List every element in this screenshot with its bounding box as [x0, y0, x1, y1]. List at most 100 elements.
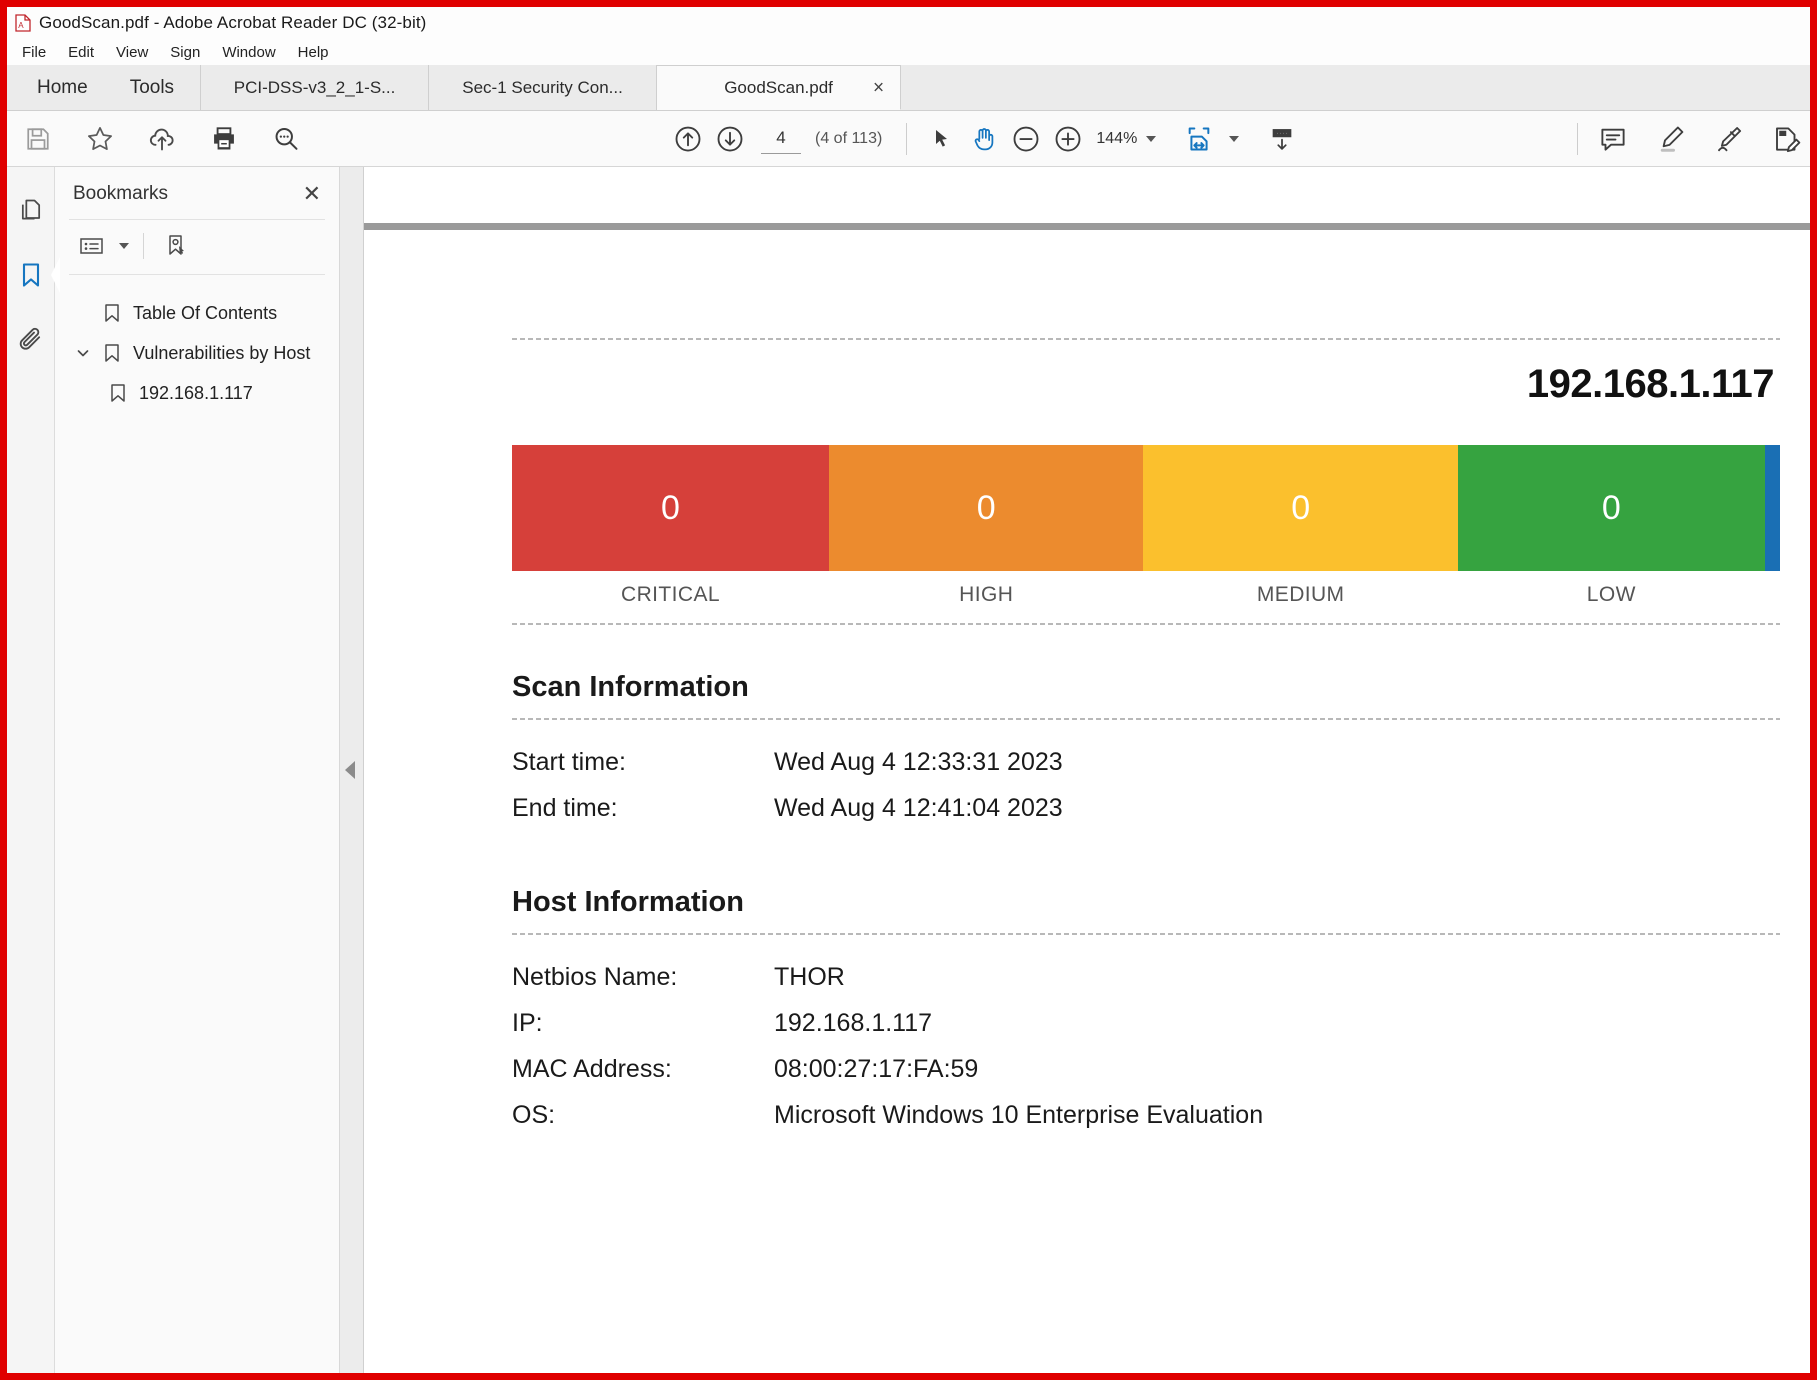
tab-home[interactable]: Home	[11, 65, 104, 110]
zoom-in-icon[interactable]	[1047, 118, 1089, 160]
host-information-heading: Host Information	[512, 886, 1780, 919]
severity-bar: 0 0 0 0	[512, 445, 1780, 571]
severity-label-medium: MEDIUM	[1143, 583, 1457, 607]
menu-window[interactable]: Window	[213, 42, 284, 63]
print-icon[interactable]	[203, 118, 245, 160]
comment-icon[interactable]	[1592, 118, 1634, 160]
menu-edit[interactable]: Edit	[59, 42, 103, 63]
scan-information-rule	[512, 718, 1780, 720]
scroll-mode-icon[interactable]	[1261, 118, 1303, 160]
bookmarks-panel: Bookmarks ✕	[55, 167, 340, 1373]
bookmarks-toolbar	[55, 220, 339, 274]
chevron-down-icon[interactable]	[73, 345, 93, 361]
scan-information-table: Start time: Wed Aug 4 12:33:31 2023 End …	[512, 748, 1780, 840]
row-key: Netbios Name:	[512, 963, 774, 992]
close-icon[interactable]: ×	[873, 78, 884, 97]
row-key: IP:	[512, 1009, 774, 1038]
bookmark-item-table-of-contents[interactable]: Table Of Contents	[55, 293, 339, 333]
bookmark-item-vulnerabilities-by-host[interactable]: Vulnerabilities by Host	[55, 333, 339, 373]
table-row: End time: Wed Aug 4 12:41:04 2023	[512, 794, 1780, 840]
menu-file[interactable]: File	[13, 42, 55, 63]
row-key: End time:	[512, 794, 774, 823]
expand-current-bookmark-icon[interactable]	[158, 230, 196, 262]
window-title: GoodScan.pdf - Adobe Acrobat Reader DC (…	[39, 13, 426, 33]
save-file-icon[interactable]	[17, 118, 59, 160]
toolbar-divider	[906, 123, 907, 155]
row-value: Microsoft Windows 10 Enterprise Evaluati…	[774, 1101, 1263, 1130]
bookmark-options-chevron-down-icon[interactable]	[119, 243, 129, 249]
row-key: Start time:	[512, 748, 774, 777]
cloud-upload-icon[interactable]	[141, 118, 183, 160]
bookmark-options-icon[interactable]	[73, 230, 111, 262]
close-icon[interactable]: ✕	[303, 183, 321, 205]
navigation-rail	[7, 167, 55, 1373]
edit-pdf-icon[interactable]	[1766, 118, 1808, 160]
fit-page-icon[interactable]	[1178, 118, 1220, 160]
tab-label: GoodScan.pdf	[724, 78, 833, 98]
toolbar-center-group: (4 of 113)	[667, 118, 1303, 160]
page-whitespace	[512, 230, 1780, 338]
bookmark-item-192-168-1-117[interactable]: 192.168.1.117	[55, 373, 339, 413]
collapse-panel-arrow-icon[interactable]	[345, 761, 355, 779]
tab-tools[interactable]: Tools	[104, 65, 201, 110]
chevron-down-icon[interactable]	[1146, 136, 1156, 142]
tab-sec-1-security[interactable]: Sec-1 Security Con...	[429, 65, 657, 110]
tab-label: Sec-1 Security Con...	[462, 78, 623, 98]
cursor-select-icon[interactable]	[921, 118, 963, 160]
highlight-pen-icon[interactable]	[1650, 118, 1692, 160]
panel-splitter[interactable]	[340, 167, 364, 1373]
row-value: Wed Aug 4 12:41:04 2023	[774, 794, 1063, 823]
star-icon[interactable]	[79, 118, 121, 160]
menu-view[interactable]: View	[107, 42, 157, 63]
severity-bottom-rule	[512, 623, 1780, 625]
attachments-paperclip-icon[interactable]	[11, 319, 51, 359]
host-information-table: Netbios Name: THOR IP: 192.168.1.117 MAC…	[512, 963, 1780, 1147]
page-top-margin	[364, 167, 1810, 223]
severity-label-info	[1765, 583, 1780, 607]
bookmark-label: Vulnerabilities by Host	[133, 343, 310, 364]
menu-help[interactable]: Help	[289, 42, 338, 63]
row-value: THOR	[774, 963, 845, 992]
row-key: OS:	[512, 1101, 774, 1130]
zoom-out-icon[interactable]	[1005, 118, 1047, 160]
severity-cell-medium: 0	[1143, 445, 1457, 571]
severity-cell-high: 0	[829, 445, 1143, 571]
previous-page-icon[interactable]	[667, 118, 709, 160]
row-value: 08:00:27:17:FA:59	[774, 1055, 978, 1084]
host-title: 192.168.1.117	[512, 340, 1780, 407]
tab-bar: Home Tools PCI-DSS-v3_2_1-S... Sec-1 Sec…	[7, 65, 1810, 111]
severity-summary: 0 0 0 0 CRITICAL HIGH MEDIUM LOW	[512, 445, 1780, 625]
row-key: MAC Address:	[512, 1055, 774, 1084]
svg-text:A: A	[18, 21, 24, 30]
row-value: Wed Aug 4 12:33:31 2023	[774, 748, 1063, 777]
tab-label: PCI-DSS-v3_2_1-S...	[234, 78, 396, 98]
severity-label-critical: CRITICAL	[512, 583, 829, 607]
host-information-rule	[512, 933, 1780, 935]
hand-pan-icon[interactable]	[963, 118, 1005, 160]
menu-bar: File Edit View Sign Window Help	[7, 39, 1810, 65]
bookmarks-toolbar-divider	[143, 233, 144, 259]
scan-information-heading: Scan Information	[512, 671, 1780, 704]
tab-pci-dss[interactable]: PCI-DSS-v3_2_1-S...	[201, 65, 429, 110]
search-zoom-icon[interactable]	[265, 118, 307, 160]
page-total-label: (4 of 113)	[815, 130, 882, 148]
severity-label-high: HIGH	[829, 583, 1143, 607]
zoom-level-label: 144%	[1089, 130, 1137, 148]
toolbar-right-group	[1563, 118, 1810, 160]
bookmark-label: 192.168.1.117	[139, 383, 253, 404]
severity-labels: CRITICAL HIGH MEDIUM LOW	[512, 571, 1780, 607]
menu-sign[interactable]: Sign	[161, 42, 209, 63]
bookmarks-panel-title: Bookmarks	[73, 183, 168, 205]
sign-fill-icon[interactable]	[1708, 118, 1750, 160]
workspace: Bookmarks ✕	[7, 167, 1810, 1373]
severity-cell-info	[1765, 445, 1780, 571]
fit-page-chevron-down-icon[interactable]	[1229, 136, 1239, 142]
bookmarks-icon[interactable]	[11, 255, 51, 295]
table-row: IP: 192.168.1.117	[512, 1009, 1780, 1055]
acrobat-reader-window: A GoodScan.pdf - Adobe Acrobat Reader DC…	[0, 0, 1817, 1380]
next-page-icon[interactable]	[709, 118, 751, 160]
tab-goodscan-pdf[interactable]: GoodScan.pdf ×	[657, 65, 901, 110]
document-viewer[interactable]: 192.168.1.117 0 0 0 0 CRITICAL HIGH	[364, 167, 1810, 1373]
page-number-input[interactable]	[761, 124, 801, 154]
page-thumbnails-icon[interactable]	[11, 191, 51, 231]
